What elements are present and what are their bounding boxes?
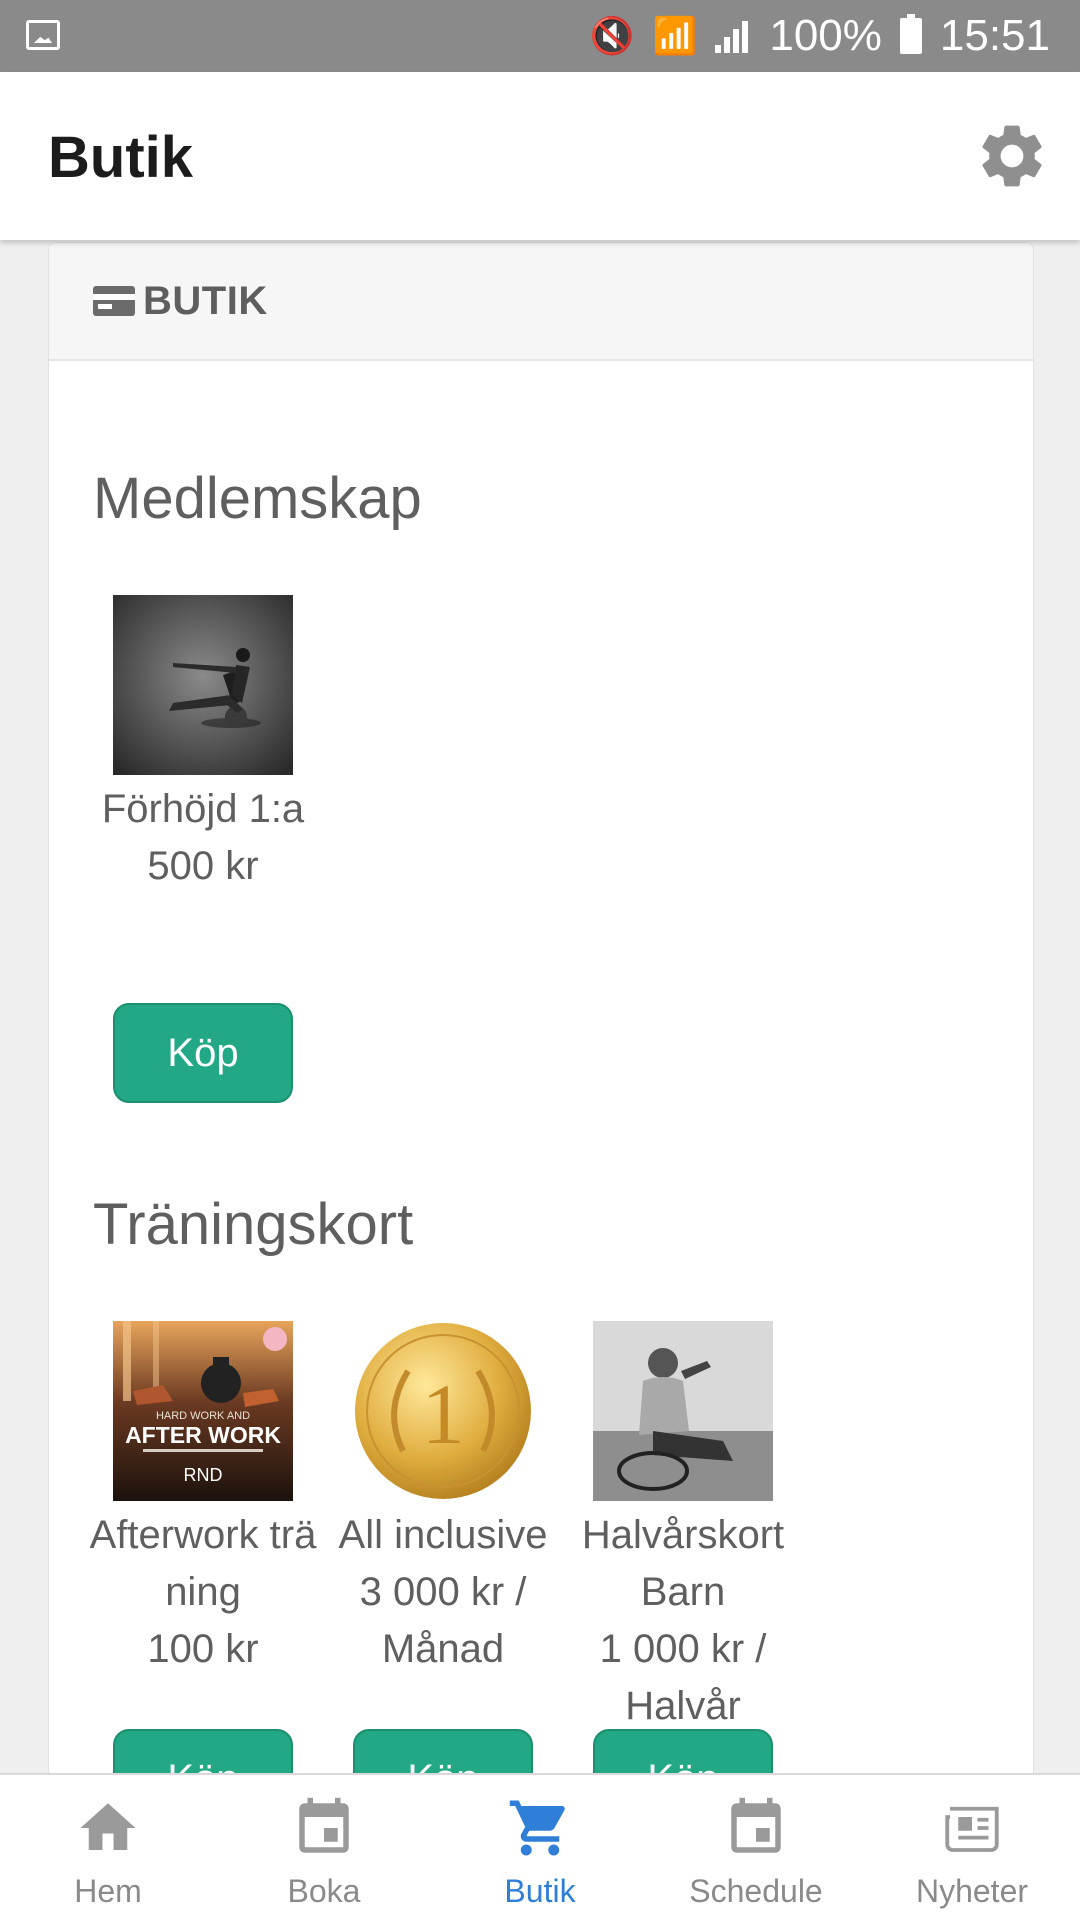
page-title: Butik xyxy=(48,125,193,190)
product-price: 1 000 kr / Halvår xyxy=(599,1627,767,1728)
product-price: 100 kr xyxy=(147,1627,259,1671)
section-title-medlemskap: Medlemskap xyxy=(93,466,422,531)
nav-item-butik[interactable]: Butik xyxy=(432,1775,648,1922)
product-card: Förhöjd 1:a 500 kr xyxy=(83,595,323,895)
product-image-fitness[interactable] xyxy=(113,595,293,775)
card-header: BUTIK xyxy=(49,243,1033,361)
buy-button[interactable]: Köp xyxy=(593,1729,773,1773)
status-icons: 🔇 📶 100% 15:51 xyxy=(590,8,1050,64)
nav-item-schedule[interactable]: Schedule xyxy=(648,1775,864,1922)
shop-card: BUTIK Medlemskap Förhöjd 1:a 500 kr Köp … xyxy=(48,242,1034,1773)
bottom-navigation: Hem Boka Butik Schedule Nyheter xyxy=(0,1773,1080,1922)
cart-icon xyxy=(509,1800,565,1856)
signal-icon xyxy=(715,19,751,53)
product-card: 1 All inclusive 3 000 kr / Månad xyxy=(323,1321,563,1678)
app-bar: Butik xyxy=(0,72,1080,240)
credit-card-icon xyxy=(93,286,135,316)
clock: 15:51 xyxy=(939,11,1050,60)
status-bar: 🔇 📶 100% 15:51 xyxy=(0,0,1080,72)
product-card: Halvårskort Barn 1 000 kr / Halvår xyxy=(563,1321,803,1735)
section-title-traningskort: Träningskort xyxy=(93,1192,414,1257)
svg-text:1: 1 xyxy=(422,1366,465,1462)
svg-text:HARD WORK AND: HARD WORK AND xyxy=(156,1410,250,1422)
buy-button[interactable]: Köp xyxy=(353,1729,533,1773)
nav-item-hem[interactable]: Hem xyxy=(0,1775,216,1922)
product-name: All inclusive xyxy=(338,1513,548,1557)
product-name: Förhöjd 1:a xyxy=(101,787,305,831)
buy-button[interactable]: Köp xyxy=(113,1729,293,1773)
buy-button[interactable]: Köp xyxy=(113,1003,293,1103)
wifi-icon: 📶 xyxy=(652,15,698,56)
product-name: Afterwork träning xyxy=(89,1513,317,1614)
nav-label: Hem xyxy=(74,1873,142,1909)
svg-text:AFTER WORK: AFTER WORK xyxy=(125,1422,281,1448)
product-name: Halvårskort Barn xyxy=(581,1513,785,1614)
nav-label: Butik xyxy=(504,1873,576,1909)
nav-label: Nyheter xyxy=(915,1873,1029,1909)
card-title: BUTIK xyxy=(143,278,268,323)
product-image-cyclist[interactable] xyxy=(593,1321,773,1501)
nav-label: Schedule xyxy=(689,1873,823,1909)
nav-item-nyheter[interactable]: Nyheter xyxy=(864,1775,1080,1922)
product-image-gold-medal[interactable]: 1 xyxy=(353,1321,533,1501)
gallery-notification-icon xyxy=(26,20,60,50)
product-price: 3 000 kr / Månad xyxy=(359,1570,527,1671)
home-icon xyxy=(80,1803,136,1850)
nav-item-boka[interactable]: Boka xyxy=(216,1775,432,1922)
gear-icon[interactable] xyxy=(974,118,1050,194)
product-image-afterwork[interactable]: HARD WORK AND AFTER WORK RND xyxy=(113,1321,293,1501)
battery-percent: 100% xyxy=(769,11,882,60)
calendar-icon xyxy=(731,1797,781,1853)
svg-text:RND: RND xyxy=(184,1465,223,1485)
battery-icon xyxy=(899,14,922,54)
newspaper-icon xyxy=(945,1806,999,1852)
product-card: HARD WORK AND AFTER WORK RND Afterwork t… xyxy=(83,1321,323,1678)
product-price: 500 kr xyxy=(147,844,259,888)
nav-label: Boka xyxy=(287,1873,361,1909)
calendar-icon xyxy=(299,1797,349,1853)
mute-icon: 🔇 xyxy=(589,15,635,56)
